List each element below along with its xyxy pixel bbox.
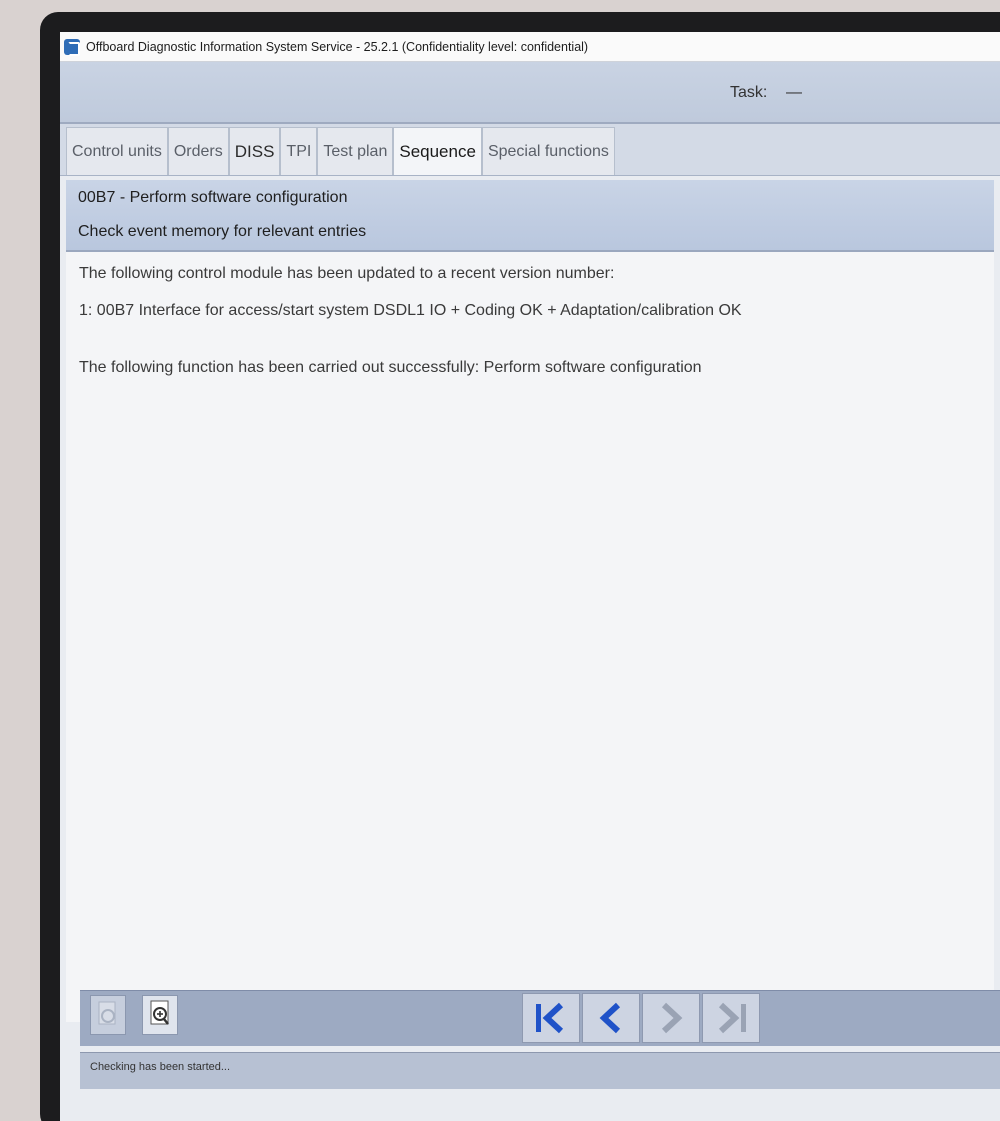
procedure-header: 00B7 - Perform software configuration Ch… — [66, 180, 994, 252]
tab-sequence[interactable]: Sequence — [393, 127, 482, 175]
tab-bar: Control units Orders DISS TPI Test plan … — [60, 124, 1000, 176]
bottom-toolbar — [80, 990, 1000, 1046]
task-header: Task: — — [60, 62, 1000, 124]
result-intro: The following control module has been up… — [79, 265, 615, 282]
result-success-message: The following function has been carried … — [79, 359, 702, 376]
zoom-document-button[interactable] — [142, 995, 178, 1035]
app-logo-icon — [64, 38, 80, 56]
result-module-entry: 1: 00B7 Interface for access/start syste… — [79, 302, 742, 319]
next-step-button[interactable] — [642, 993, 700, 1043]
tab-diss[interactable]: DISS — [228, 127, 281, 175]
zoom-in-icon — [150, 1000, 169, 1025]
window-title: Offboard Diagnostic Information System S… — [86, 39, 589, 54]
chevron-right-icon — [661, 1002, 683, 1034]
document-search-icon-disabled — [98, 1001, 116, 1025]
title-bar: Offboard Diagnostic Information System S… — [60, 32, 1000, 62]
skip-to-first-icon — [536, 1002, 564, 1034]
previous-step-button[interactable] — [582, 993, 640, 1043]
task-value: — — [786, 84, 802, 101]
last-step-button[interactable] — [702, 993, 760, 1043]
skip-to-last-icon — [718, 1002, 746, 1034]
procedure-title: 00B7 - Perform software configuration — [78, 189, 348, 206]
tab-orders[interactable]: Orders — [167, 127, 229, 175]
tab-tpi[interactable]: TPI — [280, 127, 318, 175]
document-search-button[interactable] — [90, 995, 126, 1035]
tab-test-plan[interactable]: Test plan — [317, 127, 394, 175]
result-panel: The following control module has been up… — [66, 252, 994, 1022]
first-step-button[interactable] — [522, 993, 580, 1043]
status-message: Checking has been started... — [90, 1061, 231, 1073]
chevron-left-icon — [599, 1002, 621, 1034]
tab-control-units[interactable]: Control units — [66, 127, 168, 175]
procedure-step: Check event memory for relevant entries — [78, 223, 367, 240]
status-bar: Checking has been started... — [80, 1052, 1000, 1089]
app-window: Offboard Diagnostic Information System S… — [60, 32, 1000, 1121]
navigation-controls — [522, 993, 762, 1043]
tab-special-functions[interactable]: Special functions — [481, 127, 615, 175]
task-label: Task: — [730, 84, 768, 101]
